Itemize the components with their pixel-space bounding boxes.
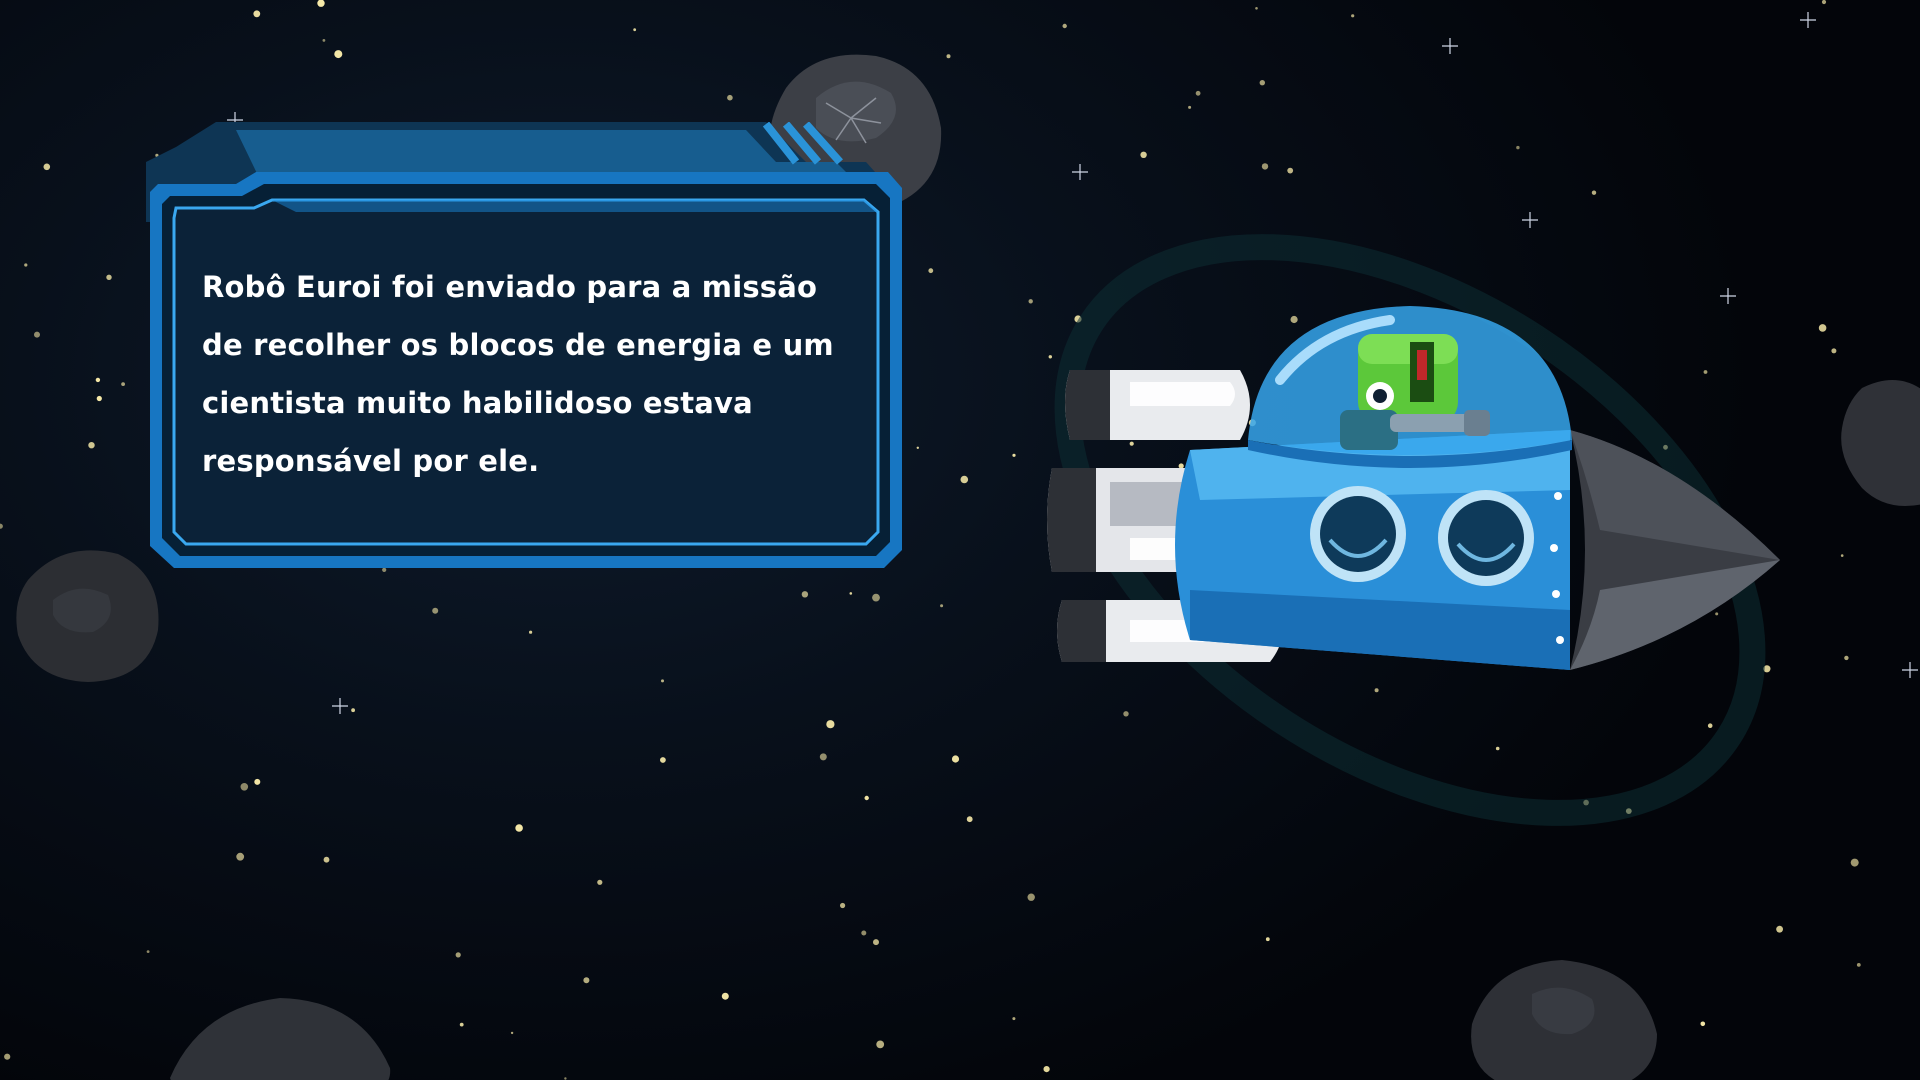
star xyxy=(236,852,245,861)
star xyxy=(96,395,102,402)
star xyxy=(840,902,846,909)
star xyxy=(1516,145,1520,150)
star xyxy=(1062,23,1067,29)
star xyxy=(564,1077,567,1080)
sparkle-star xyxy=(332,698,348,714)
star xyxy=(660,757,666,763)
star xyxy=(121,382,125,386)
thruster-top xyxy=(1065,370,1250,440)
star xyxy=(455,952,461,958)
star xyxy=(0,523,3,529)
star xyxy=(849,592,853,595)
star xyxy=(873,939,879,946)
porthole-right xyxy=(1438,490,1534,586)
star xyxy=(721,992,729,1000)
sparkle-star xyxy=(1442,38,1458,54)
star xyxy=(88,442,95,449)
asteroid-icon xyxy=(1841,380,1920,506)
asteroid-icon xyxy=(1471,960,1657,1080)
star xyxy=(1844,655,1849,661)
star xyxy=(34,331,40,338)
star xyxy=(951,755,960,763)
spaceship-icon xyxy=(1047,306,1780,670)
star xyxy=(940,604,944,608)
star xyxy=(529,630,533,634)
asteroid-icon xyxy=(170,998,391,1080)
star xyxy=(916,446,919,449)
star xyxy=(966,816,973,823)
star xyxy=(1850,858,1859,867)
star xyxy=(323,856,330,863)
star xyxy=(4,1053,11,1060)
star xyxy=(24,263,28,267)
star xyxy=(1195,90,1201,96)
asteroid-icon xyxy=(16,550,159,682)
star xyxy=(1188,105,1192,109)
star xyxy=(253,10,261,18)
story-dialog-panel: Robô Euroi foi enviado para a missão de … xyxy=(146,122,902,582)
star xyxy=(1043,1066,1050,1073)
star xyxy=(583,977,590,984)
story-narration-text: Robô Euroi foi enviado para a missão de … xyxy=(202,270,834,478)
star xyxy=(928,268,934,274)
game-scene: Robô Euroi foi enviado para a missão de … xyxy=(0,0,1920,1080)
star xyxy=(1255,7,1258,10)
sparkle-star xyxy=(1800,12,1816,28)
star xyxy=(515,824,523,832)
star xyxy=(661,679,664,683)
star xyxy=(946,54,951,59)
star xyxy=(801,591,809,598)
star xyxy=(1776,925,1783,933)
star xyxy=(861,930,867,936)
star xyxy=(1821,0,1827,5)
star xyxy=(43,163,51,171)
star xyxy=(960,475,969,484)
star xyxy=(1351,14,1355,18)
star xyxy=(510,1031,514,1035)
star xyxy=(864,795,869,801)
star xyxy=(876,1040,885,1049)
star xyxy=(826,720,835,729)
star xyxy=(351,708,355,713)
star xyxy=(334,50,343,59)
star xyxy=(146,950,150,953)
star xyxy=(317,0,325,7)
porthole-left xyxy=(1310,486,1406,582)
star xyxy=(240,783,249,791)
star xyxy=(597,879,603,885)
star xyxy=(1259,80,1266,86)
star xyxy=(1012,1017,1016,1021)
star xyxy=(872,593,880,602)
star xyxy=(1265,937,1270,942)
star xyxy=(1856,963,1861,967)
star xyxy=(459,1022,464,1027)
star xyxy=(322,39,326,42)
star xyxy=(95,377,101,383)
sparkle-star xyxy=(1902,662,1918,678)
star xyxy=(1840,554,1844,557)
star xyxy=(727,94,733,101)
star xyxy=(819,753,827,761)
star xyxy=(1700,1021,1706,1027)
star xyxy=(254,778,261,785)
star xyxy=(106,274,112,280)
star xyxy=(432,607,439,614)
star xyxy=(633,28,637,32)
